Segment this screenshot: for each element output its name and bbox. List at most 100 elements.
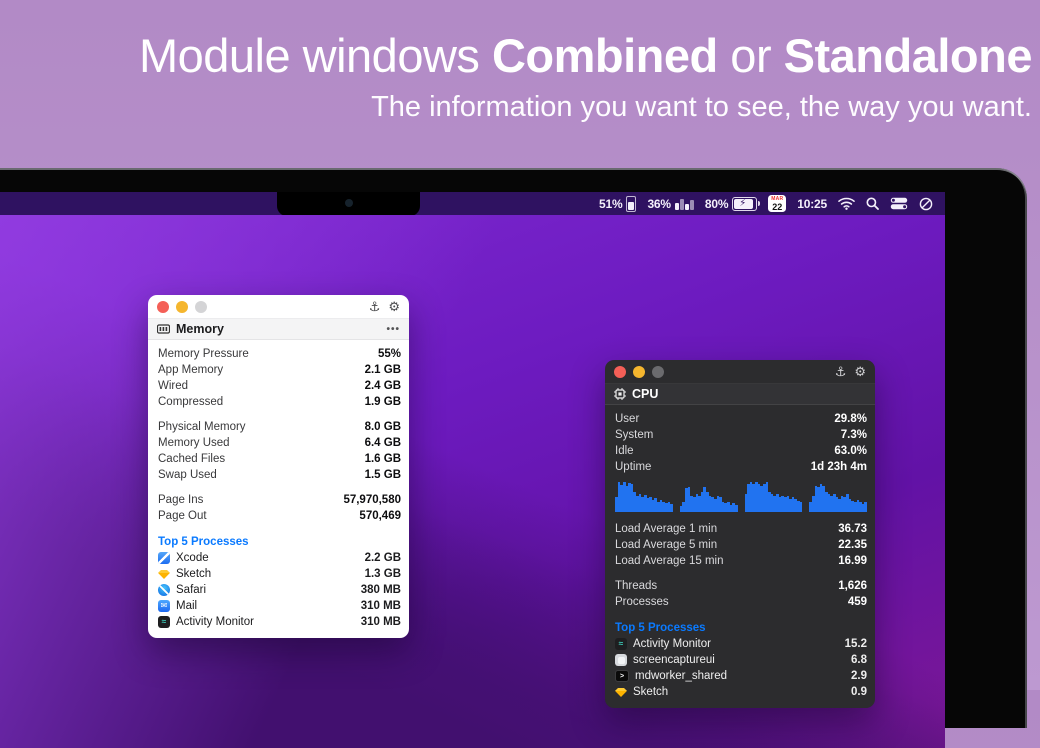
process-value: 6.8 [851, 654, 867, 666]
stat-row: Wired 2.4 GB [158, 378, 401, 394]
memory-module-window: ⚓ ⚙ Memory ••• Memory Pressure 55% App Mem… [148, 295, 409, 638]
cpu-top5-header: Top 5 Processes [615, 621, 706, 634]
stat-value: 1.6 GB [364, 453, 401, 465]
page-subtitle: The information you want to see, the way… [371, 90, 1032, 123]
search-icon[interactable] [866, 197, 879, 210]
process-row: Sketch 0.9 [615, 684, 867, 700]
stat-value: 57,970,580 [343, 494, 401, 506]
gear-icon[interactable]: ⚙ [854, 364, 866, 380]
terminal-app-icon: > [615, 670, 629, 682]
process-row: screencaptureui 6.8 [615, 652, 867, 668]
process-row: ✉ Mail 310 MB [158, 598, 401, 614]
screencap-app-icon [615, 654, 627, 666]
stat-label: Swap Used [158, 469, 217, 481]
process-value: 15.2 [844, 638, 867, 650]
memory-stats-group-1: Memory Pressure 55% App Memory 2.1 GB Wired 2… [158, 346, 401, 410]
stat-label: Load Average 5 min [615, 539, 718, 551]
pin-icon[interactable]: ⚓ [835, 364, 847, 380]
stat-label: Compressed [158, 396, 224, 408]
sketch-app-icon [158, 568, 170, 580]
control-center-icon[interactable] [890, 197, 908, 210]
cpu-title: CPU [632, 387, 659, 401]
process-name: Activity Monitor [176, 616, 254, 628]
stat-value: 1d 23h 4m [810, 461, 867, 473]
process-name: Sketch [633, 686, 669, 698]
stat-value: 2.4 GB [364, 380, 401, 392]
cpu-history-chart [744, 479, 803, 512]
cpu-history-chart [615, 479, 673, 512]
stat-value: 1.5 GB [364, 469, 401, 481]
page-title-regular-2: or [717, 29, 784, 82]
more-menu-button[interactable]: ••• [386, 324, 400, 335]
stat-value: 36.73 [838, 523, 867, 535]
stat-value: 2.1 GB [364, 364, 401, 376]
stat-label: Load Average 15 min [615, 555, 724, 567]
safari-app-icon [158, 584, 170, 596]
process-value: 1.3 GB [364, 568, 401, 580]
gear-icon[interactable]: ⚙ [388, 299, 400, 315]
memory-gauge-icon [626, 195, 637, 212]
cpu-chip-icon [614, 388, 626, 400]
zoom-button[interactable] [652, 365, 664, 378]
display-notch [277, 192, 420, 216]
memory-process-list: Xcode 2.2 GB Sketch 1.3 GB Safari 380 MB ✉ Mail… [158, 550, 401, 630]
stat-value: 55% [377, 348, 401, 360]
battery-percent: 80% [704, 196, 729, 211]
zoom-button[interactable] [195, 300, 207, 313]
process-name: Xcode [176, 552, 209, 564]
stat-value: 29.8% [834, 413, 867, 425]
stat-value: 16.99 [838, 555, 867, 567]
menubar-memory-item[interactable]: 51% [599, 195, 637, 212]
cpu-content: User 29.8% System 7.3% Idle 63.0% Uptime 1d 23h… [605, 405, 875, 708]
close-button[interactable] [614, 365, 626, 378]
stat-label: Processes [615, 596, 669, 608]
menubar-cpu-item[interactable]: 36% [647, 197, 694, 211]
minimize-button[interactable] [176, 300, 188, 313]
menubar-clock[interactable]: 10:25 [797, 197, 827, 211]
memory-percent: 51% [599, 196, 623, 211]
process-name: Sketch [176, 568, 212, 580]
wifi-icon[interactable] [838, 197, 855, 210]
stat-row: System 7.3% [615, 427, 867, 443]
cpu-stats-group-2: Load Average 1 min 36.73 Load Average 5 mi… [615, 521, 867, 569]
process-name: Mail [176, 600, 198, 612]
cpu-process-list: ≈ Activity Monitor 15.2 screencaptureui 6.8 >… [615, 636, 867, 700]
process-row: ≈ Activity Monitor 15.2 [615, 636, 867, 652]
notch-camera [344, 199, 353, 207]
menubar-battery-item[interactable]: 80% ⚡ [704, 196, 761, 211]
page-title-bold-2: Standalone [783, 29, 1033, 82]
memory-titlebar[interactable]: ⚓ ⚙ [148, 295, 409, 319]
memory-header: Memory ••• [148, 319, 409, 340]
process-value: 310 MB [360, 600, 401, 612]
memory-stats-group-3: Page Ins 57,970,580 Page Out 570,469 [158, 492, 401, 524]
calendar-icon[interactable]: MAR 22 [768, 195, 787, 212]
traffic-lights [614, 365, 664, 378]
stat-row: Page Out 570,469 [158, 508, 401, 524]
process-value: 2.9 [851, 670, 867, 682]
stat-row: Memory Pressure 55% [158, 346, 401, 362]
close-button[interactable] [157, 300, 169, 313]
stat-value: 1.9 GB [364, 396, 401, 408]
stat-label: User [615, 413, 640, 425]
cpu-stats-group-3: Threads 1,626 Processes 459 [615, 578, 867, 610]
sketch-app-icon [615, 686, 627, 698]
stat-row: Load Average 15 min 16.99 [615, 553, 867, 569]
minimize-button[interactable] [633, 365, 645, 378]
pin-icon[interactable]: ⚓ [369, 299, 381, 315]
memory-top5-header: Top 5 Processes [158, 535, 249, 548]
process-value: 0.9 [851, 686, 867, 698]
stat-label: Physical Memory [158, 421, 246, 433]
stat-label: App Memory [158, 364, 224, 376]
ram-chip-icon [157, 323, 170, 334]
stat-label: Load Average 1 min [615, 523, 718, 535]
stat-value: 459 [847, 596, 867, 608]
stat-row: Compressed 1.9 GB [158, 394, 401, 410]
process-name: Activity Monitor [633, 638, 711, 650]
stat-row: Processes 459 [615, 594, 867, 610]
stat-value: 6.4 GB [364, 437, 401, 449]
cpu-titlebar[interactable]: ⚓ ⚙ [605, 360, 875, 384]
focus-icon[interactable] [919, 197, 933, 211]
stat-label: Page Ins [158, 494, 204, 506]
menu-bar: 51% 36% 80% ⚡ MAR 22 10:25 [0, 192, 945, 215]
stat-row: App Memory 2.1 GB [158, 362, 401, 378]
